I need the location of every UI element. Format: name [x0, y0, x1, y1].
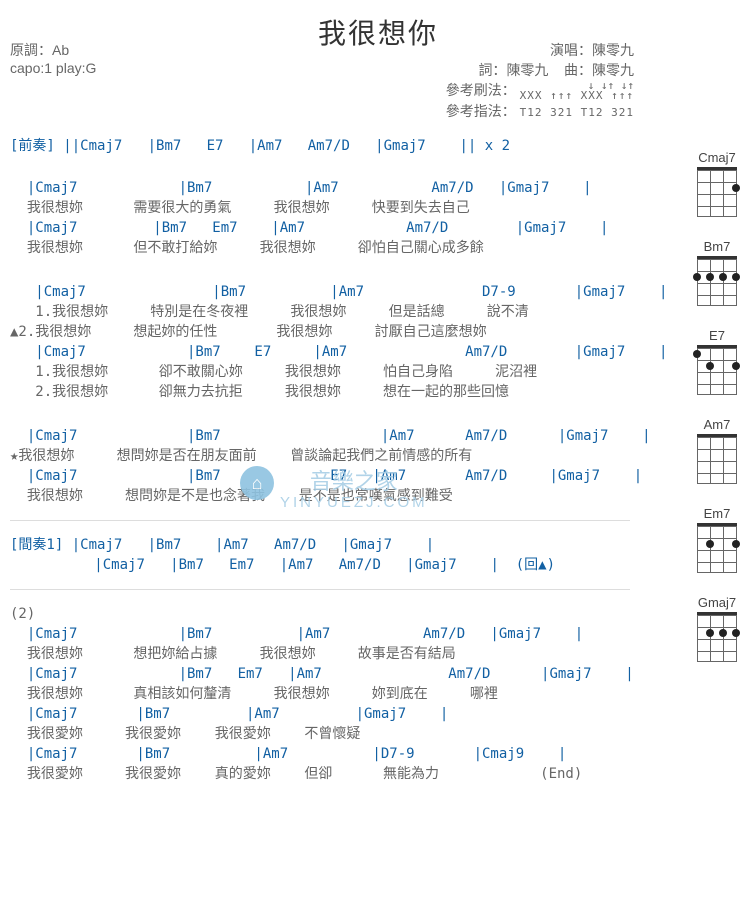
fretboard: [697, 434, 737, 484]
fretboard: [697, 523, 737, 573]
chord-line: |Cmaj7 |Bm7 |Am7 |Gmaj7 |: [10, 704, 746, 724]
verse-b: |Cmaj7 |Bm7 |Am7 D7-9 |Gmaj7 | 1.我很想妳 特別…: [10, 282, 746, 402]
music-label: 曲：: [564, 62, 592, 78]
fret-dot: [706, 273, 714, 281]
chord-line: |Cmaj7 |Bm7 Em7 |Am7 Am7/D |Gmaj7 |: [10, 218, 746, 238]
section-tag: (2): [10, 604, 746, 624]
chord-line: |Cmaj7 |Bm7 |Am7 Am7/D |Gmaj7 |: [10, 426, 746, 446]
key-label: 原調：: [10, 42, 52, 58]
fret-dot: [706, 362, 714, 370]
chord-line: |Cmaj7 |Bm7 E7 |Am7 Am7/D |Gmaj7 |: [10, 466, 746, 486]
fret-dot: [732, 184, 740, 192]
chord-diagram-gmaj7: Gmaj7: [690, 595, 744, 662]
lyric-line: 我很想妳 真相該如何釐清 我很想妳 妳到底在 哪裡: [10, 684, 746, 704]
strum-pattern: ↓ ↓↑ ↓↑ XXX ↑↑↑ XXX ↑↑↑: [520, 81, 634, 101]
chord-diagram-e7: E7: [690, 328, 744, 395]
fret-dot: [706, 540, 714, 548]
chord-line: |Cmaj7 |Bm7 |Am7 |D7-9 |Cmaj9 |: [10, 744, 746, 764]
fret-dot: [732, 540, 740, 548]
lyric-line: 我很愛妳 我很愛妳 真的愛妳 但卻 無能為力 (End): [10, 764, 746, 784]
fret-dot: [693, 273, 701, 281]
chord-line: |Cmaj7 |Bm7 |Am7 D7-9 |Gmaj7 |: [10, 282, 746, 302]
lyric-line: 我很想妳 需要很大的勇氣 我很想妳 快要到失去自己: [10, 198, 746, 218]
lyric-line: 1.我很想妳 卻不敢關心妳 我很想妳 怕自己身陷 泥沼裡: [10, 362, 746, 382]
capo-info: capo:1 play:G: [10, 60, 96, 76]
lyric-line: 我很想妳 想問妳是不是也念著我 是不是也常嘆氣感到難受: [10, 486, 746, 506]
singer-label: 演唱：: [550, 42, 592, 58]
singer-name: 陳零九: [592, 42, 634, 58]
chord-name: Cmaj7: [690, 150, 744, 165]
interlude-line: |Cmaj7 |Bm7 Em7 |Am7 Am7/D |Gmaj7 | (回▲): [10, 555, 746, 575]
outro: |Cmaj7 |Bm7 |Am7 Am7/D |Gmaj7 | 我很想妳 想把妳…: [10, 624, 746, 784]
fret-dot: [693, 350, 701, 358]
fretboard: [697, 167, 737, 217]
fret-dot: [706, 629, 714, 637]
lyric-line: 1.我很想妳 特別是在冬夜裡 我很想妳 但是話總 說不清: [10, 302, 746, 322]
chord-diagram-am7: Am7: [690, 417, 744, 484]
chord-diagram-cmaj7: Cmaj7: [690, 150, 744, 217]
chord-diagram-bm7: Bm7: [690, 239, 744, 306]
chord-name: Gmaj7: [690, 595, 744, 610]
chord-line: |Cmaj7 |Bm7 E7 |Am7 Am7/D |Gmaj7 |: [10, 342, 746, 362]
divider: [10, 520, 630, 521]
divider: [10, 589, 630, 590]
verse-a: |Cmaj7 |Bm7 |Am7 Am7/D |Gmaj7 | 我很想妳 需要很…: [10, 178, 746, 258]
chord-diagram-em7: Em7: [690, 506, 744, 573]
intro-line: [前奏] ||Cmaj7 |Bm7 E7 |Am7 Am7/D |Gmaj7 |…: [10, 136, 746, 156]
chorus: |Cmaj7 |Bm7 |Am7 Am7/D |Gmaj7 | ★我很想妳 想問…: [10, 426, 746, 506]
fret-dot: [732, 362, 740, 370]
interlude: [間奏1] |Cmaj7 |Bm7 |Am7 Am7/D |Gmaj7 | |C…: [10, 535, 746, 575]
lyric-line: 我很想妳 但不敢打給妳 我很想妳 卻怕自己關心成多餘: [10, 238, 746, 258]
interlude-line: [間奏1] |Cmaj7 |Bm7 |Am7 Am7/D |Gmaj7 |: [10, 535, 746, 555]
chord-line: |Cmaj7 |Bm7 Em7 |Am7 Am7/D |Gmaj7 |: [10, 664, 746, 684]
chord-name: Bm7: [690, 239, 744, 254]
chord-line: |Cmaj7 |Bm7 |Am7 Am7/D |Gmaj7 |: [10, 624, 746, 644]
credits: 演唱：陳零九 詞：陳零九 曲：陳零九 參考刷法： ↓ ↓↑ ↓↑ XXX ↑↑↑…: [376, 40, 634, 121]
finger-pattern: T12 321 T12 321: [520, 108, 634, 118]
fretboard: [697, 256, 737, 306]
chord-diagrams: Cmaj7 Bm7 E7 Am7 Em7 Gmaj7: [690, 150, 744, 684]
lyric-line: 我很愛妳 我很愛妳 我很愛妳 不曾懷疑: [10, 724, 746, 744]
chord-line: |Cmaj7 |Bm7 |Am7 Am7/D |Gmaj7 |: [10, 178, 746, 198]
lyric-line: 2.我很想妳 卻無力去抗拒 我很想妳 想在一起的那些回憶: [10, 382, 746, 402]
music-by: 陳零九: [592, 62, 634, 78]
fret-dot: [732, 273, 740, 281]
chord-name: Em7: [690, 506, 744, 521]
lyrics-label: 詞：: [478, 62, 506, 78]
key-info: 原調：Ab capo:1 play:G: [10, 40, 96, 76]
chord-name: Am7: [690, 417, 744, 432]
lyric-line: ★我很想妳 想問妳是否在朋友面前 曾談論起我們之前情感的所有: [10, 446, 746, 466]
chord-name: E7: [690, 328, 744, 343]
finger-label: 參考指法：: [446, 101, 516, 121]
lyrics-by: 陳零九: [506, 62, 548, 78]
fret-dot: [719, 629, 727, 637]
fret-dot: [719, 273, 727, 281]
lyric-line: 我很想妳 想把妳給占據 我很想妳 故事是否有結局: [10, 644, 746, 664]
lyric-line: ▲2.我很想妳 想起妳的任性 我很想妳 討厭自己這麼想妳: [10, 322, 746, 342]
fretboard: [697, 612, 737, 662]
strum-label: 參考刷法：: [446, 80, 516, 100]
fret-dot: [732, 629, 740, 637]
key-value: Ab: [52, 42, 69, 58]
fretboard: [697, 345, 737, 395]
